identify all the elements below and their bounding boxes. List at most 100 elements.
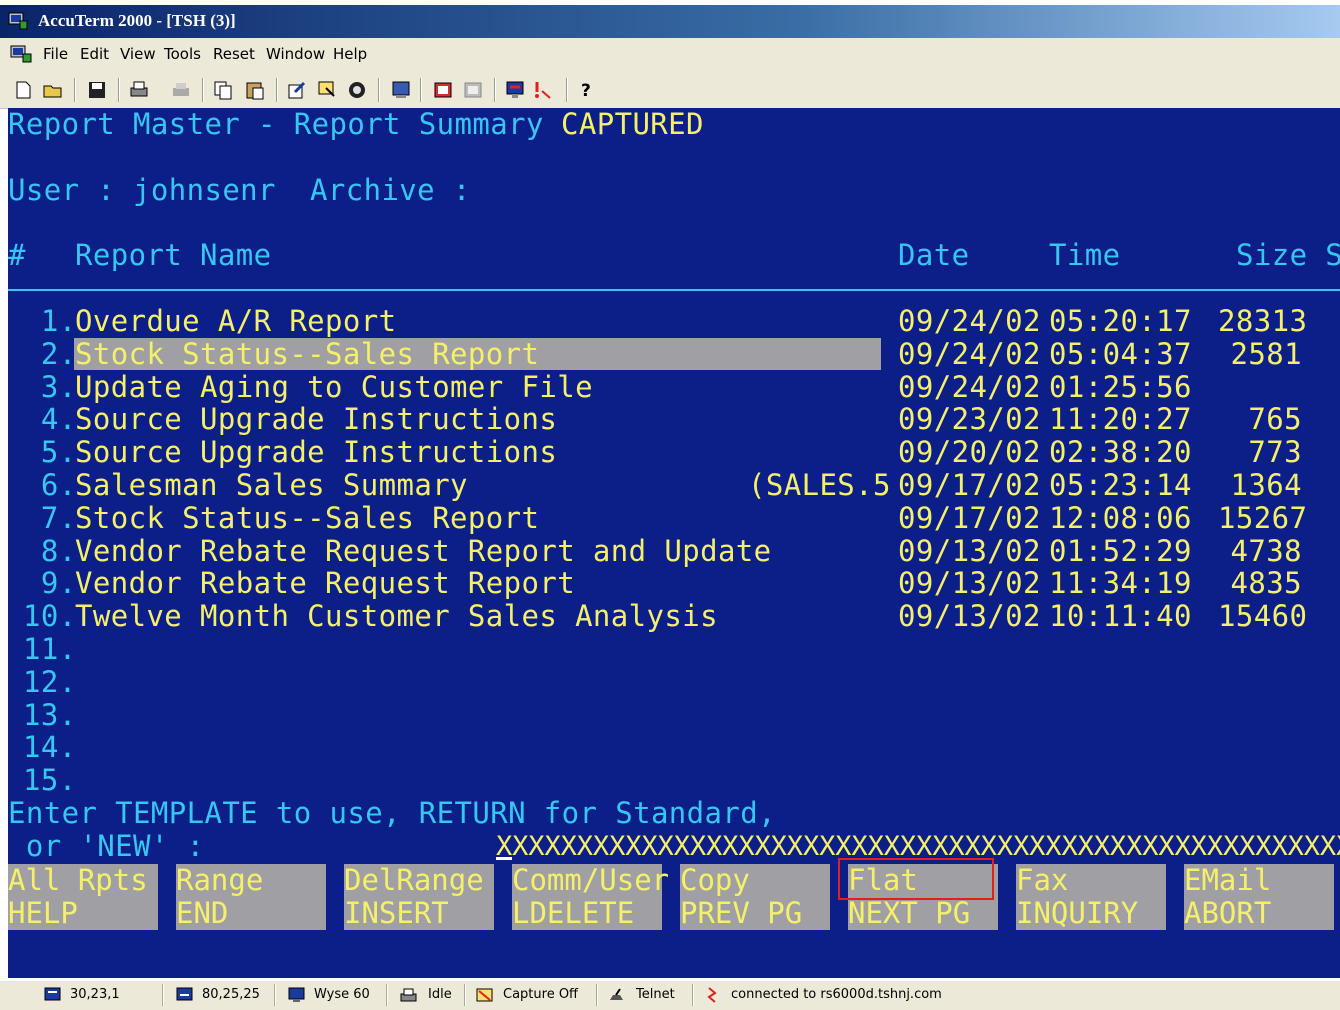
report-number: 12. <box>23 664 77 699</box>
fkey-bottom-label: LDELETE <box>512 896 635 930</box>
edit-icon[interactable] <box>286 79 308 101</box>
connection-icon <box>707 987 717 1003</box>
report-date: 09/24/02 <box>898 336 1041 371</box>
menu-tools[interactable]: Tools <box>164 45 201 63</box>
col-header-num: # <box>8 238 26 272</box>
report-size: 765 <box>1248 402 1302 437</box>
fkey-top-label: EMail <box>1184 863 1272 897</box>
report-time: 05:04:37 <box>1049 336 1192 371</box>
fkey-top-label: Comm/User <box>512 863 670 897</box>
fkey-top-label: All Rpts <box>8 863 148 897</box>
status-separator <box>162 984 164 1006</box>
copy-icon[interactable] <box>212 79 234 101</box>
report-number: 6. <box>23 468 77 502</box>
system-menu-icon[interactable] <box>10 44 32 64</box>
print-setup-icon[interactable] <box>170 79 192 101</box>
report-size: 4835 <box>1230 566 1302 601</box>
report-name: Salesman Sales Summary <box>75 468 468 502</box>
capture-icon <box>476 988 493 1002</box>
report-name: Vendor Rebate Request Report <box>75 566 576 601</box>
fkey-email[interactable]: EMail ABORT <box>1184 864 1334 930</box>
fkey-bottom-label: INQUIRY <box>1016 896 1139 930</box>
window-title: AccuTerm 2000 - [TSH (3)] <box>38 11 236 30</box>
svg-text:?: ? <box>581 81 591 101</box>
report-date: 09/13/02 <box>898 599 1041 634</box>
fkey-top-label: Range <box>176 863 264 897</box>
report-size: 773 <box>1248 435 1302 470</box>
report-time: 05:23:14 <box>1049 468 1192 502</box>
stop-icon[interactable] <box>346 79 368 101</box>
menu-reset[interactable]: Reset <box>213 45 255 63</box>
report-name: Source Upgrade Instructions <box>75 402 558 437</box>
report-size: 1364 <box>1230 468 1302 502</box>
fkey-top-label: Fax <box>1016 863 1069 897</box>
report-number: 3. <box>23 369 77 404</box>
capture-status-text: Capture Off <box>503 987 579 1002</box>
fkey-top-label: Copy <box>680 863 750 897</box>
fkey-delrange[interactable]: DelRange INSERT <box>344 864 494 930</box>
report-size: 2581 <box>1230 336 1302 371</box>
report-number: 7. <box>23 500 77 535</box>
prompt-line-1: Enter TEMPLATE to use, RETURN for Standa… <box>8 796 776 830</box>
new-icon[interactable] <box>12 79 34 101</box>
connection-status: connected to rs6000d.tshnj.com <box>731 987 942 1002</box>
report-size: 28313 <box>1218 304 1308 338</box>
report-name: Stock Status--Sales Report <box>75 500 540 535</box>
fkey-all-rpts[interactable]: All Rpts HELP <box>8 864 158 930</box>
report-date: 09/20/02 <box>898 435 1041 470</box>
col-header-date: Date <box>898 238 970 272</box>
col-header-time: Time <box>1049 238 1121 272</box>
fkey-range[interactable]: Range END <box>176 864 326 930</box>
report-name: Stock Status--Sales Report <box>75 336 540 371</box>
fkey-comm-user[interactable]: Comm/User LDELETE <box>512 864 669 930</box>
fkey-top-label: DelRange <box>344 863 484 897</box>
menu-window[interactable]: Window <box>266 45 325 63</box>
open-icon[interactable] <box>42 79 64 101</box>
help-icon[interactable]: ? <box>576 79 598 101</box>
title-bar: AccuTerm 2000 - [TSH (3)] <box>0 5 1340 38</box>
download-icon[interactable] <box>462 79 484 101</box>
upload-icon[interactable] <box>432 79 454 101</box>
report-date: 09/24/02 <box>898 369 1041 404</box>
menu-edit[interactable]: Edit <box>80 45 109 63</box>
report-date: 09/13/02 <box>898 566 1041 601</box>
report-number: 10. <box>23 599 77 634</box>
report-time: 11:34:19 <box>1049 566 1192 601</box>
report-number: 8. <box>23 533 77 568</box>
report-time: 12:08:06 <box>1049 500 1192 535</box>
capture-status: CAPTURED <box>561 108 704 141</box>
fkey-copy[interactable]: Copy PREV PG <box>680 864 830 930</box>
toolbar-separator <box>420 78 422 102</box>
menu-view[interactable]: View <box>120 45 156 63</box>
save-icon[interactable] <box>86 79 108 101</box>
prompt-line-2: or 'NEW' : <box>8 829 205 863</box>
terminal-screen[interactable]: Report Master - Report Summary CAPTURED … <box>8 108 1340 978</box>
menu-help[interactable]: Help <box>333 45 367 63</box>
screen-size-icon <box>176 987 193 1001</box>
toolbar-separator <box>276 78 278 102</box>
report-number: 13. <box>23 697 77 732</box>
select-icon[interactable] <box>316 79 338 101</box>
disconnect-icon[interactable] <box>532 79 554 101</box>
report-name: Update Aging to Customer File <box>75 369 593 404</box>
report-time: 11:20:27 <box>1049 402 1192 437</box>
fkey-bottom-label: INSERT <box>344 896 449 930</box>
script-icon[interactable] <box>504 79 526 101</box>
status-separator <box>596 984 598 1006</box>
report-date: 09/24/02 <box>898 304 1041 338</box>
report-name: Overdue A/R Report <box>75 304 397 338</box>
fkey-fax[interactable]: Fax INQUIRY <box>1016 864 1166 930</box>
emulation-type: Wyse 60 <box>314 987 370 1002</box>
menu-file[interactable]: File <box>43 45 68 63</box>
archive-label: Archive : <box>310 173 471 207</box>
report-number: 9. <box>23 566 77 601</box>
report-time: 10:11:40 <box>1049 599 1192 634</box>
report-size: 15267 <box>1218 500 1308 535</box>
paste-icon[interactable] <box>244 79 266 101</box>
toolbar-separator <box>378 78 380 102</box>
connect-icon[interactable] <box>390 79 412 101</box>
text-cursor <box>496 857 512 860</box>
protocol: Telnet <box>636 987 675 1002</box>
print-icon[interactable] <box>128 79 150 101</box>
report-time: 01:25:56 <box>1049 369 1192 404</box>
